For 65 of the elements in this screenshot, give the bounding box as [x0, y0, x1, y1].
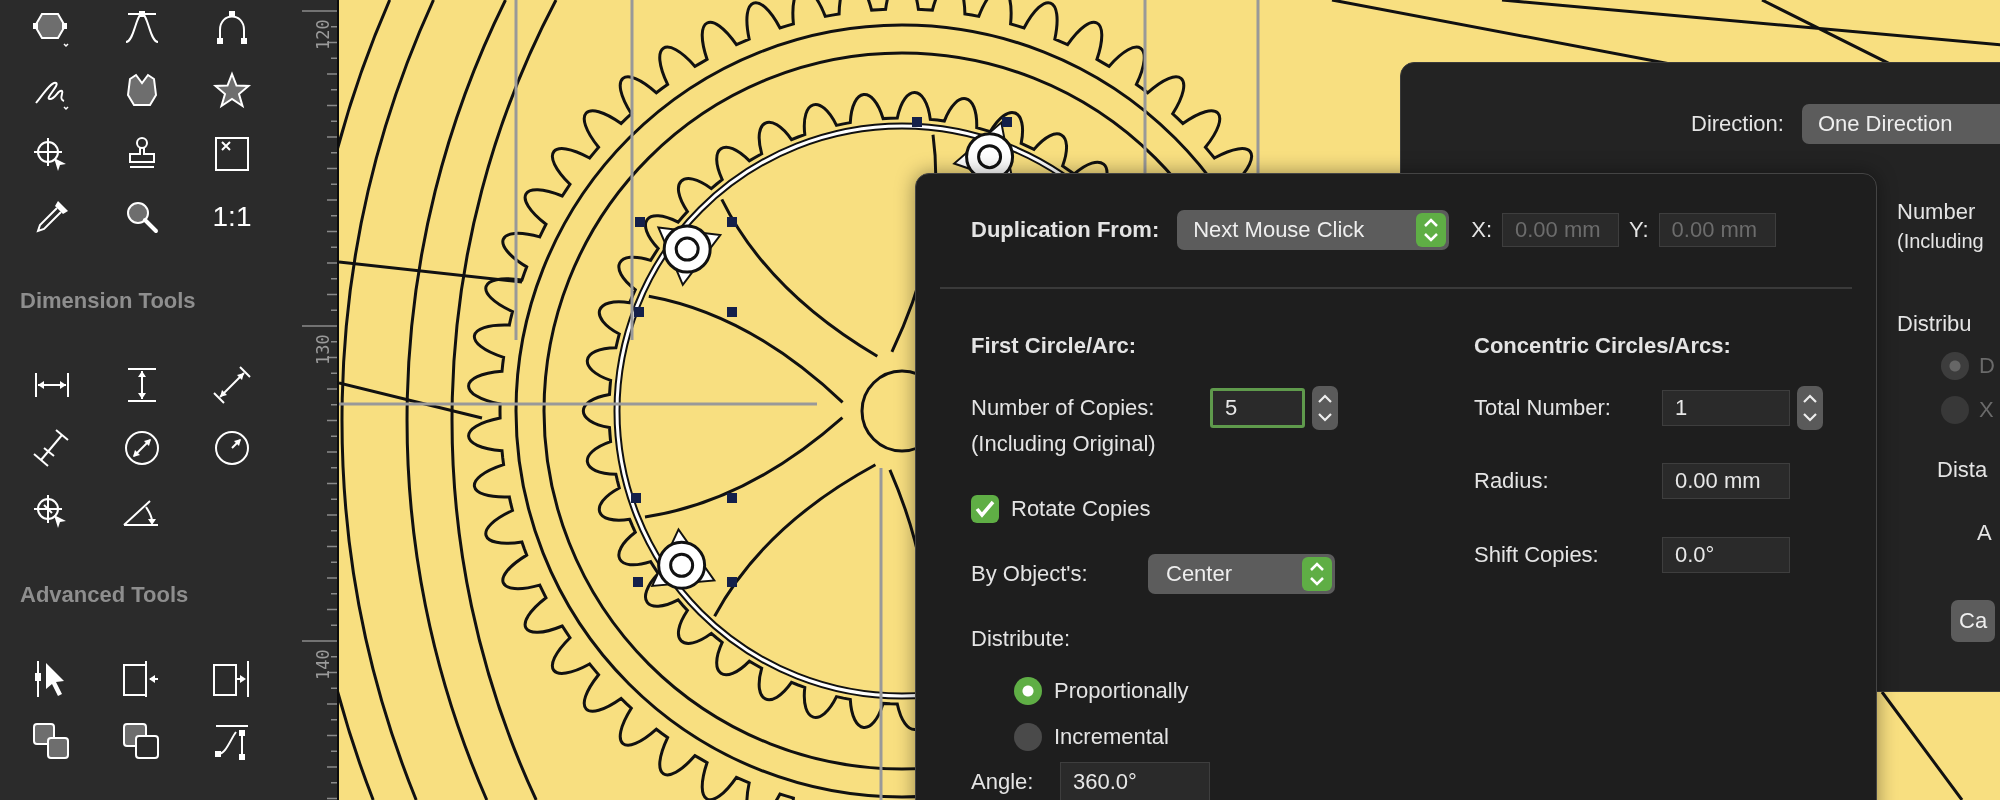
cancel-button[interactable]: Ca — [1951, 600, 1996, 642]
radio-label: D — [1979, 353, 1995, 379]
popup-arrows-icon — [1302, 556, 1332, 591]
selection-handle[interactable] — [631, 493, 641, 503]
angle-label: A — [1977, 520, 1992, 546]
rotation-handle[interactable] — [656, 224, 723, 287]
ruler-label: 130 — [313, 334, 333, 365]
distribute-label: Distribute: — [971, 625, 1071, 652]
popup-arrows-icon — [1416, 213, 1447, 247]
selection-handle[interactable] — [727, 493, 737, 503]
guide-line[interactable] — [630, 0, 634, 340]
guide-line[interactable] — [514, 0, 518, 340]
selection-handle[interactable] — [633, 577, 643, 587]
selection-handle[interactable] — [727, 217, 737, 227]
radio-label: Proportionally — [1054, 677, 1189, 704]
angle-label: Angle: — [971, 768, 1035, 795]
checkbox-label: Rotate Copies — [1011, 495, 1151, 522]
ruler-label: 140 — [313, 649, 333, 680]
copies-field[interactable]: 5 — [1210, 387, 1305, 428]
guide-line[interactable] — [1143, 0, 1147, 175]
selection-handle[interactable] — [727, 577, 737, 587]
direction-popup[interactable]: One Direction — [1801, 104, 2000, 144]
by-object-label: By Object's: — [971, 560, 1089, 587]
copies-note: (Including Original) — [971, 430, 1156, 457]
number-label: Number — [1897, 199, 1976, 225]
selection-handle[interactable] — [634, 307, 644, 317]
field-label: Total Number: — [1474, 394, 1612, 421]
section-heading: Concentric Circles/Arcs: — [1474, 332, 1731, 359]
actual-size-button[interactable]: 1:1 — [212, 201, 252, 233]
coordinate-label: Y: — [1629, 217, 1649, 243]
section-heading: First Circle/Arc: — [971, 332, 1137, 359]
by-object-popup[interactable]: Center — [1148, 553, 1335, 594]
radio-label: Incremental — [1054, 723, 1169, 750]
section-heading: Advanced Tools — [19, 582, 190, 608]
distance-label: Dista — [1937, 457, 1988, 483]
selection-handle[interactable] — [912, 117, 922, 127]
section-heading: Dimension Tools — [19, 288, 197, 314]
input-field[interactable]: 1 — [1662, 389, 1790, 426]
copies-label: Number of Copies: — [971, 394, 1156, 421]
stepper-icon[interactable] — [1312, 385, 1338, 430]
stepper-icon[interactable] — [1797, 385, 1823, 430]
radio-label: X — [1979, 397, 1994, 423]
number-note: (Including — [1897, 229, 1984, 254]
angle-field[interactable]: 360.0° — [1060, 761, 1210, 800]
coordinate-label: X: — [1471, 217, 1492, 243]
direction-label: Direction: — [1691, 111, 1784, 137]
selection-handle[interactable] — [727, 307, 737, 317]
field-label: Radius: — [1474, 467, 1550, 494]
rotation-handle[interactable] — [650, 527, 717, 590]
selection-handle[interactable] — [1002, 117, 1012, 127]
duplication-label: Duplication From: — [971, 217, 1160, 243]
radio-button[interactable] — [1014, 722, 1042, 751]
coordinate-field[interactable]: 0.00 mm — [1658, 213, 1776, 247]
distribute-label: Distribu — [1897, 311, 1972, 337]
field-label: Shift Copies: — [1474, 541, 1600, 568]
input-field[interactable]: 0.00 mm — [1662, 462, 1790, 499]
guide-line[interactable] — [339, 402, 817, 406]
coordinate-field[interactable]: 0.00 mm — [1502, 213, 1619, 247]
input-field[interactable]: 0.0° — [1662, 536, 1790, 573]
ruler-label: 120 — [313, 19, 333, 50]
radio-button[interactable] — [1014, 676, 1042, 705]
guide-line[interactable] — [879, 468, 883, 800]
rotate-copies-checkbox[interactable] — [971, 494, 999, 523]
duplication-popup[interactable]: Next Mouse Click — [1177, 210, 1450, 250]
selection-handle[interactable] — [635, 217, 645, 227]
